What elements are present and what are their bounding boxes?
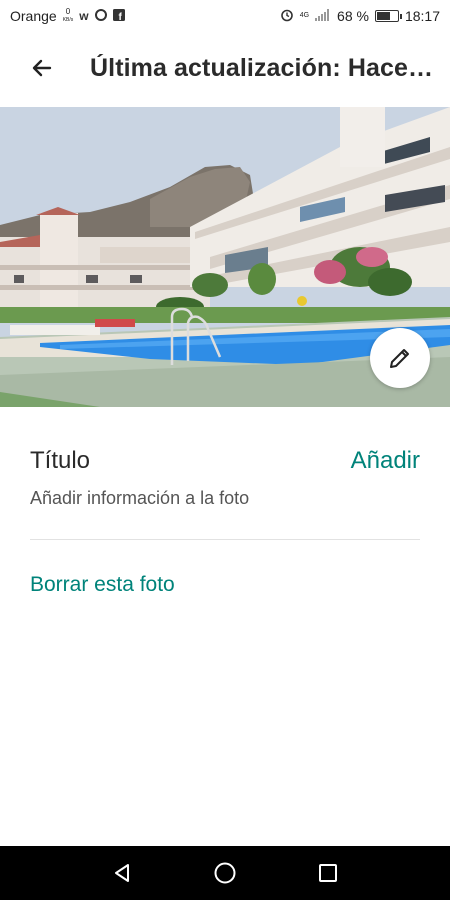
page-title: Última actualización: Hace… [90,53,434,82]
nav-back-button[interactable] [92,846,152,900]
system-nav-bar [0,846,450,900]
add-title-button[interactable]: Añadir [351,447,420,475]
signal-icon [315,8,331,24]
alarm-icon [280,8,294,25]
arrow-left-icon [32,59,52,77]
facebook-icon: f [112,8,125,24]
battery-icon [374,10,402,22]
back-triangle-icon [114,864,129,882]
title-label: Título [30,447,91,474]
nav-recents-button[interactable] [298,846,358,900]
recents-square-icon [319,864,338,882]
status-bar-right: 4G 68 % 18:17 [280,8,440,25]
status-bar-left: Orange 0 KB/s w f [10,8,125,24]
app-bar: Última actualización: Hace… [0,32,450,104]
status-bar: Orange 0 KB/s w f 4G 68 % 18:17 [0,0,450,32]
nav-home-button[interactable] [195,846,255,900]
network-type: 4G [299,12,310,19]
back-button[interactable] [0,32,84,104]
w-app-icon: w [79,9,89,23]
delete-photo-button[interactable]: Borrar esta foto [30,573,175,597]
home-circle-icon [214,862,236,884]
opera-icon [94,8,107,24]
carrier-name: Orange [10,8,57,24]
battery-percent: 68 % [337,8,369,24]
clock: 18:17 [404,8,440,24]
divider [30,539,420,540]
photo-info-subtitle: Añadir información a la foto [30,488,250,508]
data-speed-indicator: 0 KB/s [62,7,74,24]
pencil-icon [390,349,409,368]
edit-photo-button[interactable] [370,328,430,388]
